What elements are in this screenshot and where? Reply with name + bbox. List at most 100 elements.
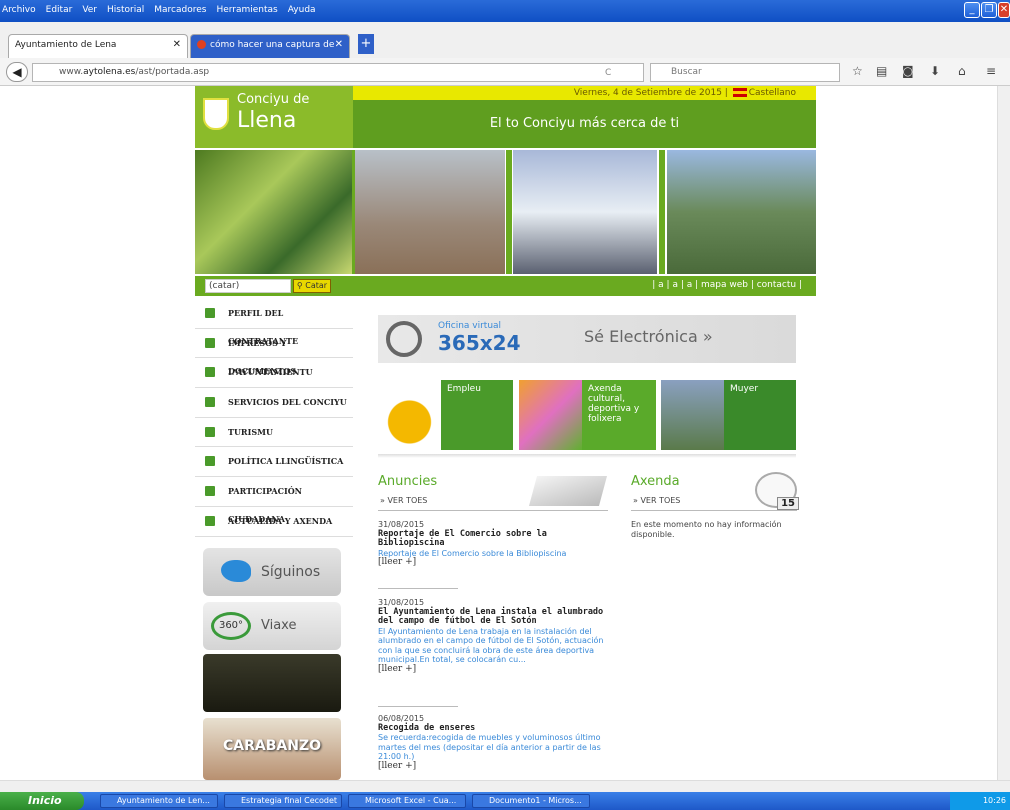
task-firefox[interactable]: Ayuntamiento de Len... xyxy=(100,794,218,808)
bookmark-star-icon[interactable]: ☆ xyxy=(852,64,863,78)
news-headline[interactable]: Reportaje de El Comercio sobre la Biblio… xyxy=(378,529,608,549)
newspaper-icon xyxy=(528,476,608,506)
search-input[interactable]: Buscar xyxy=(650,63,840,82)
read-more-link[interactable]: [lleer +] xyxy=(378,557,608,568)
calendar-icon: 15 xyxy=(755,472,799,510)
pocket-icon[interactable]: ◙ xyxy=(902,64,914,78)
horizontal-scrollbar[interactable] xyxy=(0,780,1010,792)
news-summary[interactable]: El Ayuntamiento de Lena trabaja en la in… xyxy=(378,627,608,665)
helmet-image[interactable] xyxy=(378,380,441,450)
tab-label: Ayuntamiento de Lena xyxy=(15,40,117,50)
site-search-button[interactable]: ⚲ Catar xyxy=(293,279,331,293)
oficina-line2: 365x24 xyxy=(438,331,521,355)
task-label: Microsoft Excel - Cua... xyxy=(365,796,457,805)
close-tab-icon[interactable]: ✕ xyxy=(173,35,181,55)
culture-image[interactable] xyxy=(519,380,582,450)
language-link[interactable]: Castellano xyxy=(749,88,796,98)
menu-editar[interactable]: Editar xyxy=(46,5,73,15)
oficina-cta: Sé Electrónica » xyxy=(584,327,713,346)
task-excel[interactable]: Microsoft Excel - Cua... xyxy=(348,794,466,808)
task-word[interactable]: Documento1 - Micros... xyxy=(472,794,590,808)
site-search-row: (catar) ⚲ Catar | a | a | a | mapa web |… xyxy=(195,276,816,296)
carabanzo-banner[interactable]: CARABANZO xyxy=(203,718,341,780)
clock-icon xyxy=(386,321,422,357)
tile-muyer[interactable]: Muyer xyxy=(724,380,796,450)
menu-item-participacion[interactable]: PARTICIPACIÓN CIUDADANA xyxy=(195,477,353,524)
360-icon: 360° xyxy=(211,612,251,640)
minimize-button[interactable]: _ xyxy=(964,2,980,18)
taskbar: Inicio Ayuntamiento de Len... Estrategia… xyxy=(0,792,1010,810)
news-headline[interactable]: El Ayuntamiento de Lena instala el alumb… xyxy=(378,607,608,627)
header-photo-flowers xyxy=(195,150,352,274)
rainbow-image[interactable] xyxy=(661,380,724,450)
oficina-line1: Oficina virtual xyxy=(438,321,502,331)
header-photo-village xyxy=(667,150,816,274)
close-window-button[interactable]: ✕ xyxy=(998,2,1010,18)
home-icon[interactable]: ⌂ xyxy=(958,64,966,78)
reading-list-icon[interactable]: ▤ xyxy=(876,64,887,78)
news-summary[interactable]: Se recuerda:recogida de muebles y volumi… xyxy=(378,733,608,762)
close-tab-icon[interactable]: ✕ xyxy=(335,35,343,55)
menu-marcadores[interactable]: Marcadores xyxy=(154,5,206,15)
task-folder[interactable]: Estrategia final Cecodet xyxy=(224,794,342,808)
header-photo-mountains xyxy=(513,150,657,274)
axenda-empty-message: En este momento no hay información dispo… xyxy=(631,520,782,539)
reload-icon[interactable]: C xyxy=(605,65,611,82)
menu-item-servicios[interactable]: SERVICIOS DEL CONCIYU xyxy=(195,388,353,418)
task-label: Documento1 - Micros... xyxy=(489,796,582,805)
news-headline[interactable]: Recogida de enseres xyxy=(378,723,608,734)
vertical-scrollbar[interactable] xyxy=(997,86,1010,780)
new-tab-button[interactable]: + xyxy=(358,34,374,54)
menu-item-politica[interactable]: POLÍTICA LLINGÜÍSTICA xyxy=(195,447,353,478)
menu-item-turismu[interactable]: TURISMU xyxy=(195,418,353,448)
menu-label: TURISMU xyxy=(228,426,273,437)
bullet-icon xyxy=(205,337,215,348)
bullet-icon xyxy=(205,515,215,526)
url-domain: aytolena.es xyxy=(83,67,136,77)
maximize-button[interactable]: ❐ xyxy=(981,2,997,18)
divider xyxy=(378,588,458,589)
anuncies-ver-toes[interactable]: » VER TOES xyxy=(380,496,427,505)
axenda-ver-toes[interactable]: » VER TOES xyxy=(633,496,680,505)
tile-axenda[interactable]: Axenda cultural, deportiva y folixera xyxy=(582,380,656,450)
url-path: /ast/portada.asp xyxy=(135,67,210,77)
twitter-banner[interactable]: Síguinos xyxy=(203,548,341,596)
left-menu: PERFIL DEL CONTRATANTE IMPRESOS Y DOCUME… xyxy=(195,299,353,537)
site-search-input[interactable]: (catar) xyxy=(205,279,291,293)
menu-item-actualida[interactable]: ACTUALIDÁ Y AXENDA xyxy=(195,507,353,537)
tab-captura[interactable]: cómo hacer una captura de p... ✕ xyxy=(190,34,350,70)
news-item: 31/08/2015 El Ayuntamiento de Lena insta… xyxy=(378,598,608,674)
logo-line1: Conciyu de xyxy=(237,92,310,107)
divider xyxy=(631,510,797,511)
read-more-link[interactable]: [lleer +] xyxy=(378,664,608,675)
coat-of-arms-icon xyxy=(203,98,229,130)
menu-item-impresos[interactable]: IMPRESOS Y DOCUMENTOS xyxy=(195,329,353,376)
url-bar[interactable]: www.aytolena.es/ast/portada.asp C xyxy=(32,63,644,82)
news-item: 31/08/2015 Reportaje de El Comercio sobr… xyxy=(378,520,608,568)
back-button[interactable]: ◀ xyxy=(6,62,28,82)
start-button[interactable]: Inicio xyxy=(0,792,84,810)
bullet-icon xyxy=(205,367,215,378)
site-container: Conciyu de Llena Viernes, 4 de Setiembre… xyxy=(195,86,816,780)
photo-separator xyxy=(506,150,512,274)
menu-ver[interactable]: Ver xyxy=(82,5,97,15)
download-icon[interactable]: ⬇ xyxy=(930,64,940,78)
top-links[interactable]: | a | a | a | mapa web | contactu | xyxy=(652,280,802,290)
menu-historial[interactable]: Historial xyxy=(107,5,144,15)
site-logo[interactable]: Conciyu de Llena xyxy=(195,86,353,148)
menu-herramientas[interactable]: Herramientas xyxy=(216,5,277,15)
oficina-virtual-banner[interactable]: Oficina virtual 365x24 Sé Electrónica » xyxy=(378,315,796,363)
read-more-link[interactable]: [lleer +] xyxy=(378,761,608,772)
menu-icon[interactable]: ≡ xyxy=(986,64,996,78)
menu-item-ayuntamientu[interactable]: L'AYUNTAMIENTU xyxy=(195,358,353,389)
virtual-tour-banner[interactable]: 360° Viaxe virtual xyxy=(203,602,341,681)
menu-ayuda[interactable]: Ayuda xyxy=(288,5,316,15)
current-date: Viernes, 4 de Setiembre de 2015 | xyxy=(573,88,728,98)
menu-archivo[interactable]: Archivo xyxy=(2,5,36,15)
menu-item-perfil[interactable]: PERFIL DEL CONTRATANTE xyxy=(195,299,353,346)
tab-ayuntamiento[interactable]: Ayuntamiento de Lena ✕ xyxy=(8,34,188,58)
menu-label: ACTUALIDÁ Y AXENDA xyxy=(228,515,333,526)
menu-label: L'AYUNTAMIENTU xyxy=(228,367,313,378)
comarca-banner[interactable] xyxy=(203,654,341,712)
tile-empleu[interactable]: Empleu xyxy=(441,380,513,450)
